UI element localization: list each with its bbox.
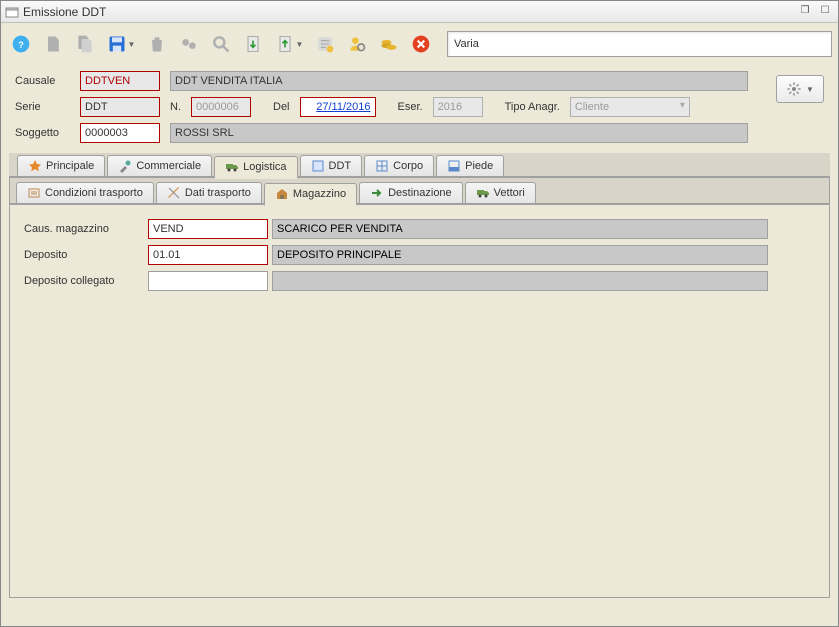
deposito-collegato-label: Deposito collegato	[24, 275, 144, 287]
tab-dati-trasporto[interactable]: Dati trasporto	[156, 182, 262, 203]
tab-destinazione[interactable]: Destinazione	[359, 182, 463, 203]
truck-icon	[225, 160, 239, 174]
del-label: Del	[273, 101, 290, 113]
chevron-down-icon: ▼	[806, 85, 814, 94]
tipo-anagr-dropdown: Cliente	[570, 97, 690, 117]
causale-desc: DDT VENDITA ITALIA	[170, 71, 748, 91]
toolbar: ? ▼ ▼ Varia	[1, 23, 838, 65]
caus-magazzino-input[interactable]	[148, 219, 268, 239]
soggetto-desc: ROSSI SRL	[170, 123, 748, 143]
delete-button[interactable]	[143, 28, 171, 60]
chevron-down-icon: ▼	[296, 40, 304, 49]
window-maximize-icon[interactable]: ☐	[816, 5, 834, 19]
tab-principale[interactable]: Principale	[17, 155, 105, 176]
find-user-button[interactable]	[343, 28, 371, 60]
export-button[interactable]: ▼	[271, 28, 307, 60]
eser-field: 2016	[433, 97, 483, 117]
tab-logistica[interactable]: Logistica	[214, 156, 297, 179]
svg-text:?: ?	[18, 40, 24, 50]
tipo-anagr-label: Tipo Anagr.	[505, 101, 560, 113]
table-icon	[375, 159, 389, 173]
serie-label: Serie	[15, 101, 70, 113]
causale-input[interactable]	[80, 71, 160, 91]
del-input[interactable]	[300, 97, 376, 117]
deposito-desc: DEPOSITO PRINCIPALE	[272, 245, 768, 265]
truck-icon	[476, 186, 490, 200]
context-field[interactable]: Varia	[447, 31, 832, 57]
link-button[interactable]	[175, 28, 203, 60]
close-button[interactable]	[407, 28, 435, 60]
eser-label: Eser.	[398, 101, 423, 113]
soggetto-input[interactable]	[80, 123, 160, 143]
new-document-button[interactable]	[39, 28, 67, 60]
settings-button[interactable]: ▼	[776, 75, 824, 103]
copy-document-button[interactable]	[71, 28, 99, 60]
tab-corpo[interactable]: Corpo	[364, 155, 434, 176]
numero-input[interactable]	[191, 97, 251, 117]
main-tabs: Principale Commerciale Logistica DDT Cor…	[9, 153, 830, 178]
logistica-panel: Condizioni trasporto Dati trasporto Maga…	[9, 178, 830, 598]
note-button[interactable]	[311, 28, 339, 60]
window-titlebar: Emissione DDT ❐ ☐	[1, 1, 838, 23]
ruler-icon	[167, 186, 181, 200]
deposito-collegato-desc	[272, 271, 768, 291]
causale-label: Causale	[15, 75, 70, 87]
numero-label: N.	[170, 101, 181, 113]
import-button[interactable]	[239, 28, 267, 60]
caus-magazzino-desc: SCARICO PER VENDITA	[272, 219, 768, 239]
serie-input[interactable]	[80, 97, 160, 117]
window-restore-icon[interactable]: ❐	[796, 5, 814, 19]
window-title: Emissione DDT	[23, 5, 796, 19]
tools-icon	[118, 159, 132, 173]
soggetto-label: Soggetto	[15, 127, 70, 139]
coins-button[interactable]	[375, 28, 403, 60]
list-icon	[27, 186, 41, 200]
window-icon	[5, 5, 19, 19]
chevron-down-icon: ▼	[128, 40, 136, 49]
warehouse-icon	[275, 187, 289, 201]
sub-tabs: Condizioni trasporto Dati trasporto Maga…	[10, 178, 829, 205]
help-button[interactable]: ?	[7, 28, 35, 60]
magazzino-content: Caus. magazzino SCARICO PER VENDITA Depo…	[10, 205, 829, 311]
tab-magazzino[interactable]: Magazzino	[264, 183, 357, 206]
caus-magazzino-label: Caus. magazzino	[24, 223, 144, 235]
tab-ddt[interactable]: DDT	[300, 155, 363, 176]
star-icon	[28, 159, 42, 173]
deposito-collegato-input[interactable]	[148, 271, 268, 291]
document-icon	[311, 159, 325, 173]
search-button[interactable]	[207, 28, 235, 60]
save-button[interactable]: ▼	[103, 28, 139, 60]
deposito-input[interactable]	[148, 245, 268, 265]
tab-piede[interactable]: Piede	[436, 155, 504, 176]
footer-icon	[447, 159, 461, 173]
deposito-label: Deposito	[24, 249, 144, 261]
tab-vettori[interactable]: Vettori	[465, 182, 536, 203]
tab-condizioni-trasporto[interactable]: Condizioni trasporto	[16, 182, 154, 203]
arrow-icon	[370, 186, 384, 200]
tab-commerciale[interactable]: Commerciale	[107, 155, 212, 176]
